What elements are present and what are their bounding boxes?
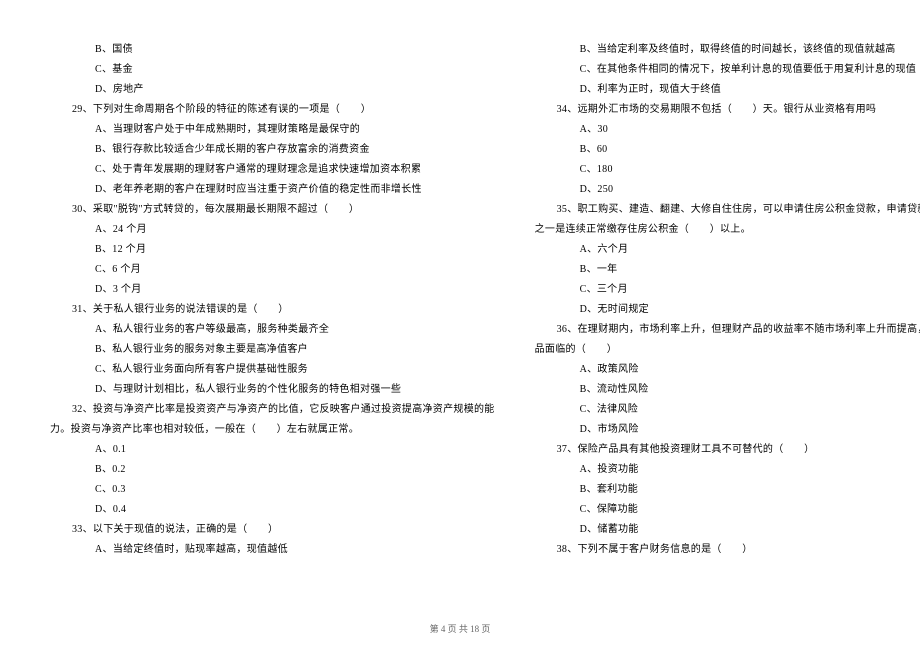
text-line: A、30 xyxy=(535,120,920,140)
text-line: 31、关于私人银行业务的说法错误的是（ ） xyxy=(50,300,495,320)
text-line: C、处于青年发展期的理财客户通常的理财理念是追求快速增加资本积累 xyxy=(50,160,495,180)
left-column: B、国债C、基金D、房地产29、下列对生命周期各个阶段的特征的陈述有误的一项是（… xyxy=(50,40,495,560)
text-line: C、在其他条件相同的情况下，按单利计息的现值要低于用复利计息的现值 xyxy=(535,60,920,80)
text-line: D、0.4 xyxy=(50,500,495,520)
text-line: D、3 个月 xyxy=(50,280,495,300)
text-line: B、套利功能 xyxy=(535,480,920,500)
text-line: B、国债 xyxy=(50,40,495,60)
text-line: 33、以下关于现值的说法，正确的是（ ） xyxy=(50,520,495,540)
text-line: D、250 xyxy=(535,180,920,200)
right-column: B、当给定利率及终值时，取得终值的时间越长，该终值的现值就越高C、在其他条件相同… xyxy=(535,40,920,560)
page-footer: 第 4 页 共 18 页 xyxy=(0,622,920,635)
text-line: C、6 个月 xyxy=(50,260,495,280)
text-line: B、银行存款比较适合少年成长期的客户存放富余的消费资金 xyxy=(50,140,495,160)
text-line: 37、保险产品具有其他投资理财工具不可替代的（ ） xyxy=(535,440,920,460)
text-line: 34、远期外汇市场的交易期限不包括（ ）天。银行从业资格有用吗 xyxy=(535,100,920,120)
text-line: 32、投资与净资产比率是投资资产与净资产的比值，它反映客户通过投资提高净资产规模… xyxy=(50,400,495,420)
text-line: D、老年养老期的客户在理财时应当注重于资产价值的稳定性而非增长性 xyxy=(50,180,495,200)
text-line: A、私人银行业务的客户等级最高，服务种类最齐全 xyxy=(50,320,495,340)
text-line: 力。投资与净资产比率也相对较低，一般在（ ）左右就属正常。 xyxy=(50,420,495,440)
text-line: B、私人银行业务的服务对象主要是高净值客户 xyxy=(50,340,495,360)
text-line: B、当给定利率及终值时，取得终值的时间越长，该终值的现值就越高 xyxy=(535,40,920,60)
text-line: D、无时间规定 xyxy=(535,300,920,320)
text-line: B、12 个月 xyxy=(50,240,495,260)
text-line: A、当理财客户处于中年成熟期时，其理财策略是最保守的 xyxy=(50,120,495,140)
text-line: B、0.2 xyxy=(50,460,495,480)
text-line: C、保障功能 xyxy=(535,500,920,520)
text-line: A、0.1 xyxy=(50,440,495,460)
text-line: D、市场风险 xyxy=(535,420,920,440)
text-line: D、储蓄功能 xyxy=(535,520,920,540)
text-line: A、投资功能 xyxy=(535,460,920,480)
text-line: A、六个月 xyxy=(535,240,920,260)
text-line: B、流动性风险 xyxy=(535,380,920,400)
text-line: 29、下列对生命周期各个阶段的特征的陈述有误的一项是（ ） xyxy=(50,100,495,120)
text-line: 30、采取"脱钩"方式转贷的，每次展期最长期限不超过（ ） xyxy=(50,200,495,220)
text-line: 36、在理财期内，市场利率上升，但理财产品的收益率不随市场利率上升而提高，这是理… xyxy=(535,320,920,340)
text-line: A、当给定终值时，贴现率越高，现值越低 xyxy=(50,540,495,560)
text-line: 之一是连续正常缴存住房公积金（ ）以上。 xyxy=(535,220,920,240)
text-line: A、24 个月 xyxy=(50,220,495,240)
text-line: D、与理财计划相比，私人银行业务的个性化服务的特色相对强一些 xyxy=(50,380,495,400)
page-container: B、国债C、基金D、房地产29、下列对生命周期各个阶段的特征的陈述有误的一项是（… xyxy=(0,0,920,590)
text-line: B、60 xyxy=(535,140,920,160)
text-line: A、政策风险 xyxy=(535,360,920,380)
text-line: C、法律风险 xyxy=(535,400,920,420)
text-line: C、三个月 xyxy=(535,280,920,300)
text-line: C、私人银行业务面向所有客户提供基础性服务 xyxy=(50,360,495,380)
text-line: D、房地产 xyxy=(50,80,495,100)
text-line: B、一年 xyxy=(535,260,920,280)
text-line: 38、下列不属于客户财务信息的是（ ） xyxy=(535,540,920,560)
text-line: 品面临的（ ） xyxy=(535,340,920,360)
text-line: D、利率为正时，现值大于终值 xyxy=(535,80,920,100)
text-line: C、180 xyxy=(535,160,920,180)
text-line: C、基金 xyxy=(50,60,495,80)
text-line: C、0.3 xyxy=(50,480,495,500)
text-line: 35、职工购买、建造、翻建、大修自住住房，可以申请住房公积金贷款，申请贷款应具备… xyxy=(535,200,920,220)
